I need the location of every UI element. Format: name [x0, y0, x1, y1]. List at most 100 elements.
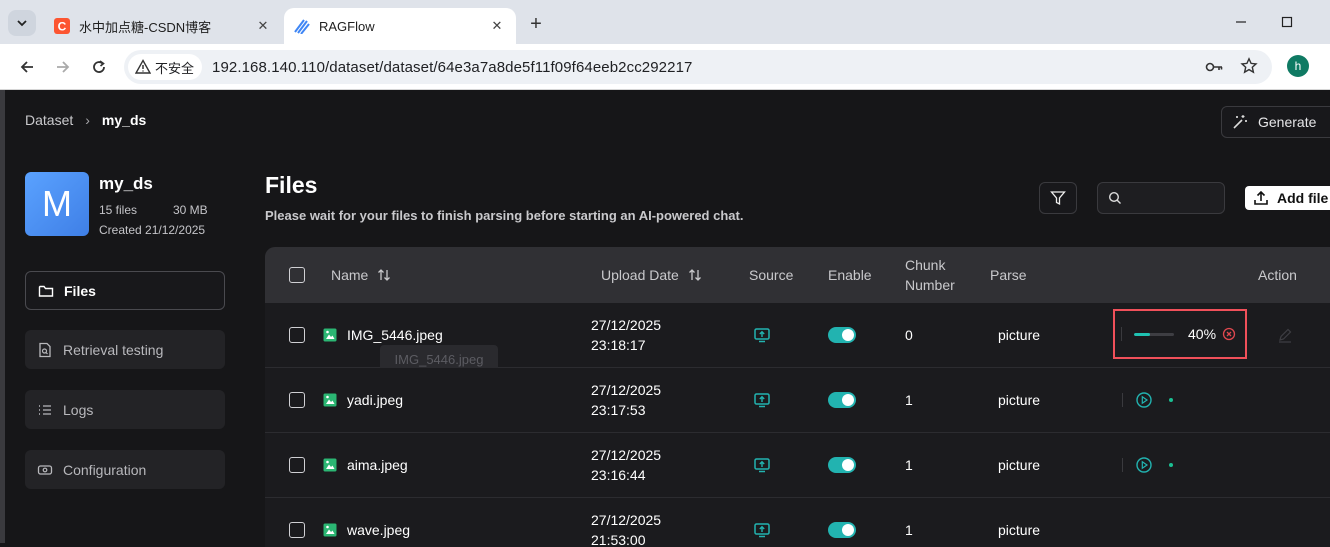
select-all-checkbox[interactable]: [289, 267, 305, 283]
edit-icon[interactable]: [1277, 327, 1293, 343]
file-name: wave.jpeg: [347, 522, 411, 538]
sort-icon[interactable]: [376, 267, 392, 283]
upload-date: 27/12/2025: [591, 382, 662, 398]
column-header-name[interactable]: Name: [331, 247, 392, 303]
file-name: yadi.jpeg: [347, 392, 404, 408]
file-name-cell[interactable]: yadi.jpeg: [323, 368, 403, 432]
parsing-progress-bar: [1134, 332, 1174, 336]
tab-search-button[interactable]: [8, 10, 36, 36]
settings-icon: [37, 464, 53, 475]
enable-cell: [828, 433, 856, 497]
table-row[interactable]: aima.jpeg 27/12/2025 23:16:44 1 picture: [265, 433, 1330, 498]
enable-cell: [828, 303, 856, 367]
file-name-cell[interactable]: aima.jpeg: [323, 433, 408, 497]
progress-percent: 40%: [1188, 326, 1217, 342]
status-dot-success: [1169, 398, 1173, 402]
file-name: IMG_5446.jpeg: [347, 327, 443, 343]
parse-status-cell: [1122, 433, 1173, 497]
parser-type[interactable]: picture: [998, 368, 1040, 432]
play-circle-icon[interactable]: [1135, 456, 1153, 474]
dataset-file-count: 15 files: [99, 203, 138, 217]
parser-type[interactable]: picture: [998, 498, 1040, 547]
upload-date-cell: 27/12/2025 21:53:00: [591, 498, 661, 547]
maximize-button[interactable]: [1264, 8, 1310, 36]
file-name-cell[interactable]: wave.jpeg: [323, 498, 410, 547]
address-bar: 不安全 192.168.140.110/dataset/dataset/64e3…: [0, 44, 1330, 90]
close-icon[interactable]: ✕: [488, 17, 506, 35]
url-text[interactable]: 192.168.140.110/dataset/dataset/64e3a7a8…: [212, 59, 692, 76]
source-cell: [753, 368, 771, 432]
upload-time: 23:16:44: [591, 467, 646, 483]
filter-button[interactable]: [1039, 182, 1077, 214]
files-table: Name Upload Date Source Enable Chunk Num…: [265, 247, 1330, 547]
table-row[interactable]: yadi.jpeg 27/12/2025 23:17:53 1 picture: [265, 368, 1330, 433]
row-checkbox-cell: [289, 498, 305, 547]
enable-toggle[interactable]: [828, 327, 856, 343]
upload-time: 23:18:17: [591, 337, 646, 353]
omnibox[interactable]: 不安全 192.168.140.110/dataset/dataset/64e3…: [124, 50, 1272, 84]
column-header-enable: Enable: [828, 267, 872, 283]
chunk-number: 1: [905, 522, 913, 538]
enable-toggle[interactable]: [828, 457, 856, 473]
sort-icon[interactable]: [687, 267, 703, 283]
browser-tab-ragflow[interactable]: RAGFlow ✕: [284, 8, 516, 44]
row-checkbox[interactable]: [289, 392, 305, 408]
source-cell: [753, 498, 771, 547]
sidebar-item-files[interactable]: Files: [25, 271, 225, 310]
table-row[interactable]: IMG_5446.jpeg 27/12/2025 23:18:17 0 pict…: [265, 303, 1330, 373]
parser-type[interactable]: picture: [998, 433, 1040, 497]
cancel-icon[interactable]: [1222, 327, 1236, 341]
profile-avatar[interactable]: h: [1287, 55, 1309, 77]
enable-toggle[interactable]: [828, 392, 856, 408]
row-checkbox[interactable]: [289, 522, 305, 538]
local-upload-icon: [754, 458, 770, 473]
image-file-icon: [323, 458, 337, 472]
source-cell: [753, 303, 771, 367]
page-subtitle: Please wait for your files to finish par…: [265, 208, 744, 223]
add-file-label: Add file: [1277, 190, 1329, 206]
key-icon[interactable]: [1204, 57, 1224, 77]
arrow-left-icon: [20, 61, 33, 73]
enable-toggle[interactable]: [828, 522, 856, 538]
star-icon[interactable]: [1240, 57, 1258, 75]
row-checkbox-cell: [289, 433, 305, 497]
generate-button[interactable]: Generate: [1221, 106, 1330, 138]
svg-text:C: C: [58, 20, 67, 34]
image-file-icon: [323, 328, 337, 342]
sidebar-item-retrieval-testing[interactable]: Retrieval testing: [25, 330, 225, 369]
add-file-button[interactable]: Add file: [1245, 186, 1330, 210]
play-circle-icon[interactable]: [1135, 391, 1153, 409]
row-checkbox[interactable]: [289, 327, 305, 343]
list-icon: [39, 404, 51, 415]
chunk-number: 0: [905, 327, 913, 343]
page-title: Files: [265, 172, 318, 198]
local-upload-icon: [754, 523, 770, 538]
image-file-icon: [323, 393, 337, 407]
upload-date: 27/12/2025: [591, 317, 662, 333]
minimize-button[interactable]: [1218, 8, 1264, 36]
close-icon[interactable]: ✕: [254, 17, 272, 35]
upload-date-cell: 27/12/2025 23:18:17: [591, 303, 661, 367]
sidebar-item-logs[interactable]: Logs: [25, 390, 225, 429]
magic-wand-icon: [1233, 115, 1247, 129]
parser-type[interactable]: picture: [998, 303, 1040, 367]
reload-button[interactable]: [85, 53, 113, 81]
column-header-upload-date[interactable]: Upload Date: [601, 247, 703, 303]
new-tab-button[interactable]: +: [524, 12, 548, 36]
row-checkbox[interactable]: [289, 457, 305, 473]
local-upload-icon: [754, 393, 770, 408]
upload-date: 27/12/2025: [591, 512, 662, 528]
sidebar-item-configuration[interactable]: Configuration: [25, 450, 225, 489]
security-indicator[interactable]: 不安全: [128, 54, 203, 80]
forward-button[interactable]: [49, 53, 77, 81]
browser-tab-csdn[interactable]: C 水中加点糖-CSDN博客 ✕: [44, 8, 282, 44]
search-input[interactable]: [1128, 190, 1218, 206]
tab-title: RAGFlow: [319, 18, 375, 34]
status-dot-success: [1169, 463, 1173, 467]
back-button[interactable]: [13, 53, 41, 81]
action-cell: [1277, 303, 1293, 367]
table-row[interactable]: wave.jpeg 27/12/2025 21:53:00 1 picture: [265, 498, 1330, 547]
breadcrumb-dataset-link[interactable]: Dataset: [25, 112, 73, 128]
sidebar-item-label: Configuration: [63, 461, 147, 478]
divider: [1121, 327, 1122, 341]
